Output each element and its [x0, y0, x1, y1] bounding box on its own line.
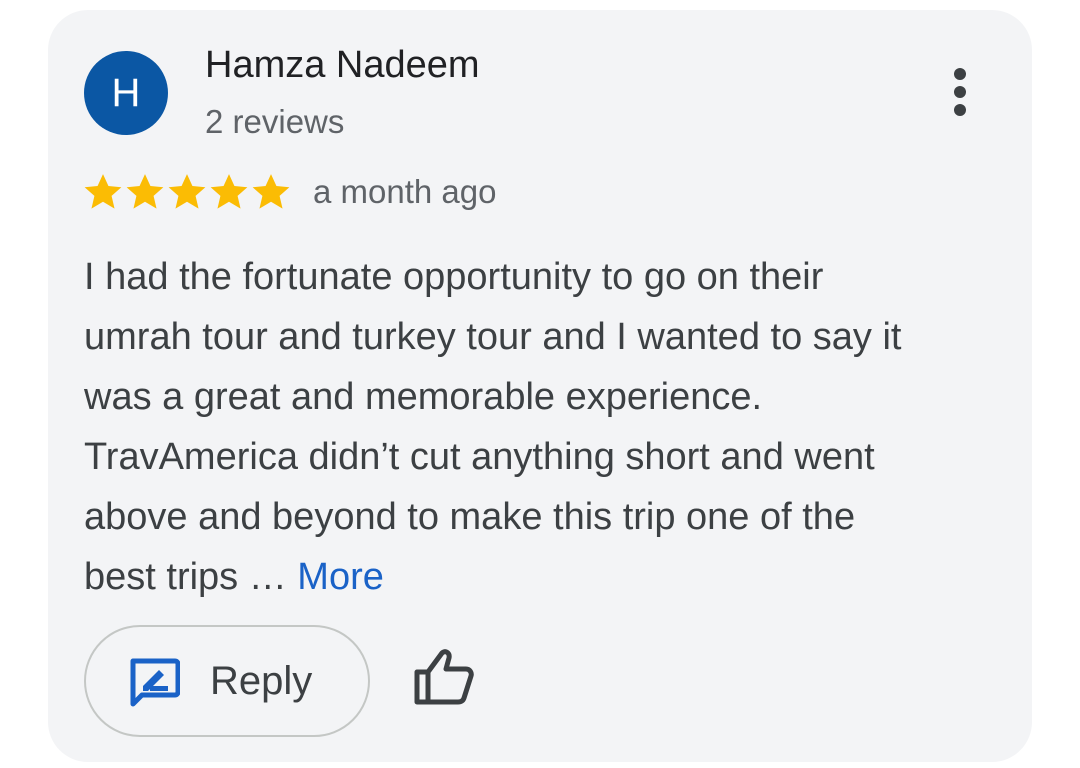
star-icon	[84, 174, 122, 209]
review-text: I had the fortunate opportunity to go on…	[84, 247, 1004, 607]
review-count[interactable]: 2 reviews	[205, 103, 344, 141]
reply-button[interactable]: Reply	[84, 625, 370, 737]
review-text-truncated: best trips …	[84, 556, 298, 598]
thumbs-up-icon[interactable]	[413, 648, 475, 706]
more-link[interactable]: More	[297, 556, 384, 598]
reply-label: Reply	[210, 659, 313, 703]
review-text-line: was a great and memorable experience.	[84, 376, 763, 418]
star-rating	[82, 171, 292, 213]
star-icon	[168, 174, 206, 209]
review-text-line: I had the fortunate opportunity to go on…	[84, 256, 824, 298]
review-text-line: umrah tour and turkey tour and I wanted …	[84, 316, 902, 358]
reply-edit-icon	[128, 657, 181, 707]
review-time: a month ago	[313, 173, 497, 210]
review-text-line: above and beyond to make this trip one o…	[84, 496, 856, 538]
avatar[interactable]: H	[84, 51, 168, 135]
review-text-line-last: best trips … More	[84, 547, 1004, 607]
more-vert-icon[interactable]	[935, 64, 985, 124]
star-icon	[126, 174, 164, 209]
star-icon	[252, 174, 290, 209]
reviewer-name[interactable]: Hamza Nadeem	[205, 44, 480, 87]
star-icon	[210, 174, 248, 209]
review-text-line: TravAmerica didn’t cut anything short an…	[84, 436, 875, 478]
